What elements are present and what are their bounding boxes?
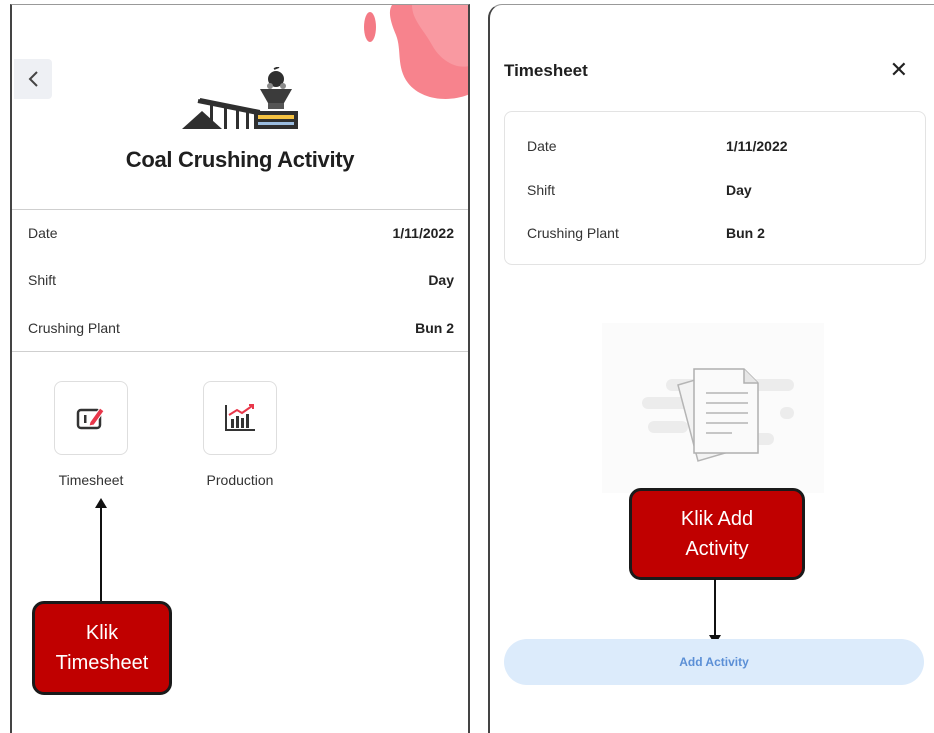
info-label: Date [527, 138, 557, 154]
info-row-shift: Shift Day [527, 182, 907, 204]
info-label: Shift [28, 272, 57, 288]
info-value: 1/11/2022 [392, 225, 454, 241]
divider [12, 209, 468, 210]
timesheet-screen: Timesheet ✕ Date 1/11/2022 Shift Day Cru… [488, 4, 934, 733]
callout-line: Timesheet [55, 652, 149, 674]
info-value: 1/11/2022 [726, 138, 788, 154]
info-row-date: Date 1/11/2022 [28, 225, 454, 249]
empty-documents-icon [642, 368, 794, 462]
arrow-line [100, 507, 102, 603]
coal-crushing-activity-screen: Coal Crushing Activity Date 1/11/2022 Sh… [10, 4, 470, 733]
back-button[interactable] [14, 59, 52, 99]
timesheet-info-card: Date 1/11/2022 Shift Day Crushing Plant … [504, 111, 926, 265]
arrow-line [714, 579, 716, 637]
instruction-callout-add-activity: Klik Add Activity [629, 488, 805, 580]
callout-line: Klik [85, 622, 119, 644]
info-row-crushing-plant: Crushing Plant Bun 2 [28, 320, 454, 344]
callout-line: Klik Add [680, 508, 754, 530]
production-menu-label[interactable]: Production [180, 472, 300, 488]
info-value: Bun 2 [726, 225, 765, 241]
close-icon[interactable]: ✕ [890, 57, 908, 83]
empty-state [602, 323, 824, 493]
info-label: Shift [527, 182, 556, 198]
info-row-date: Date 1/11/2022 [527, 138, 907, 160]
info-value: Day [428, 272, 454, 288]
callout-line: Activity [685, 538, 749, 560]
info-value: Day [726, 182, 752, 198]
info-value: Bun 2 [415, 320, 454, 336]
info-label: Crushing Plant [28, 320, 120, 336]
timesheet-menu-label[interactable]: Timesheet [31, 472, 151, 488]
info-row-shift: Shift Day [28, 272, 454, 296]
add-activity-button[interactable]: Add Activity [504, 639, 924, 685]
info-label: Crushing Plant [527, 225, 619, 241]
decorative-blob [364, 5, 468, 99]
divider [12, 351, 468, 352]
info-row-crushing-plant: Crushing Plant Bun 2 [527, 225, 907, 247]
chevron-left-icon [28, 71, 38, 87]
production-chart-icon [225, 404, 255, 431]
production-menu-button[interactable] [203, 381, 277, 455]
timesheet-menu-button[interactable] [54, 381, 128, 455]
instruction-callout-timesheet: Klik Timesheet [32, 601, 172, 695]
timesheet-edit-icon [76, 407, 105, 430]
coal-crusher-illustration-icon [182, 67, 298, 129]
info-label: Date [28, 225, 58, 241]
page-title: Coal Crushing Activity [125, 147, 355, 172]
sheet-title: Timesheet [504, 61, 588, 80]
